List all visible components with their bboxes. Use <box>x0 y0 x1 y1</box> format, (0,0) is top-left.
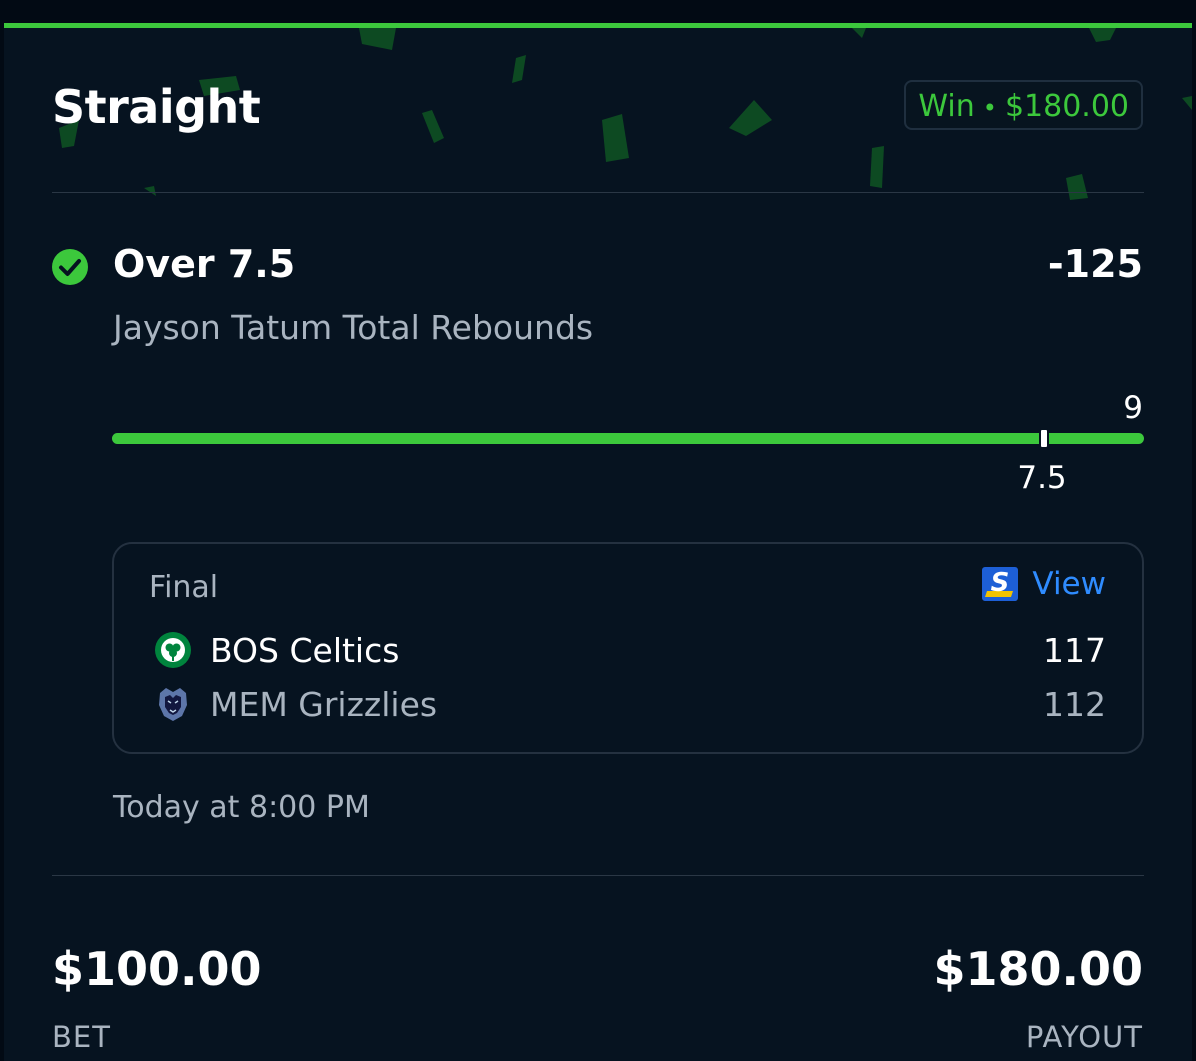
odds-value: -125 <box>1047 242 1143 286</box>
game-time: Today at 8:00 PM <box>113 790 370 825</box>
result-amount: $180.00 <box>1004 89 1129 124</box>
bet-type-title: Straight <box>52 80 261 134</box>
progress-fill <box>112 433 1144 444</box>
view-game-link[interactable]: S View <box>982 566 1106 602</box>
market-description: Jayson Tatum Total Rebounds <box>113 308 594 347</box>
bet-amount: $100.00 <box>52 942 262 996</box>
bet-card: Straight Win • $180.00 Over 7.5 -125 Jayso… <box>4 23 1192 1061</box>
svg-text:S: S <box>991 568 1010 598</box>
team-name: MEM Grizzlies <box>210 684 438 724</box>
bet-label: BET <box>52 1020 111 1054</box>
current-stat-value: 9 <box>1123 390 1143 426</box>
check-circle-icon <box>52 249 88 285</box>
line-marker <box>1039 428 1049 449</box>
payout-label: PAYOUT <box>1025 1020 1143 1054</box>
grizzlies-logo-icon <box>159 688 187 721</box>
summary-divider <box>52 875 1144 876</box>
team-name: BOS Celtics <box>210 630 400 670</box>
view-label: View <box>1032 566 1106 602</box>
line-value-label: 7.5 <box>1017 460 1067 496</box>
team-row: MEM Grizzlies 112 <box>154 682 1106 726</box>
payout-amount: $180.00 <box>933 942 1143 996</box>
result-badge: Win • $180.00 <box>904 80 1143 130</box>
selection-label: Over 7.5 <box>113 242 296 286</box>
team-score: 117 <box>1043 630 1106 670</box>
result-separator: • <box>982 94 997 122</box>
celtics-logo-icon <box>155 632 191 668</box>
theScore-logo-icon: S <box>982 567 1019 601</box>
game-scoreboard: Final S View BOS Celtics 117 MEM Grizzli… <box>112 542 1144 754</box>
header-divider <box>52 192 1144 193</box>
game-status: Final <box>149 570 219 605</box>
stat-progress-bar <box>112 428 1144 449</box>
team-row: BOS Celtics 117 <box>154 628 1106 672</box>
team-score: 112 <box>1043 684 1106 724</box>
result-label: Win <box>918 89 975 124</box>
